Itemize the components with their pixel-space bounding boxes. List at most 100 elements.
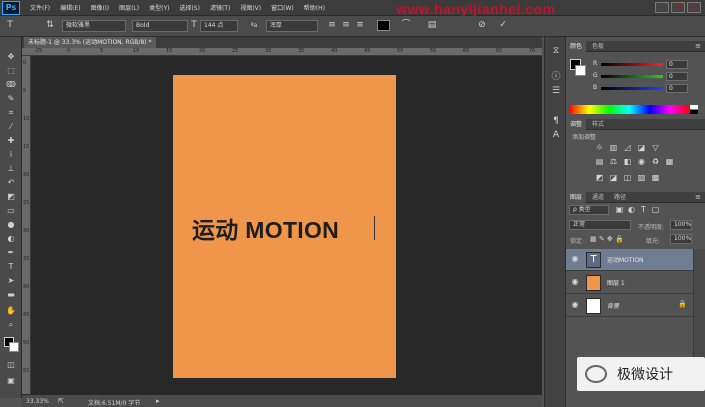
channel-g-slider[interactable]: [601, 75, 663, 78]
layer-name[interactable]: 背景: [607, 301, 619, 310]
hand-tool-icon[interactable]: ✋: [4, 305, 18, 317]
color-spectrum-bar[interactable]: [569, 105, 690, 114]
photo-filter-icon[interactable]: ◉: [636, 157, 647, 167]
tab-adjustments[interactable]: 调整: [566, 119, 587, 130]
maximize-button[interactable]: □: [671, 2, 685, 13]
hue-saturation-icon[interactable]: ▤: [594, 157, 605, 167]
menu-filter[interactable]: 滤镜(T): [210, 3, 230, 12]
tab-color[interactable]: 颜色: [566, 41, 587, 52]
healing-tool-icon[interactable]: ✚: [4, 135, 18, 147]
curves-icon[interactable]: ◿: [622, 143, 633, 153]
filter-adjust-icon[interactable]: ◐: [626, 205, 637, 215]
character-panel-icon[interactable]: ▤: [426, 19, 438, 32]
color-balance-icon[interactable]: ⚖: [608, 157, 619, 167]
menu-window[interactable]: 窗口(W): [271, 3, 294, 12]
artboard[interactable]: 运动 MOTION: [173, 75, 396, 378]
canvas-area[interactable]: 运动 MOTION: [31, 56, 542, 394]
black-white-swatch[interactable]: [690, 105, 698, 114]
commit-edit-icon[interactable]: ✓: [497, 19, 509, 32]
status-menu-arrow-icon[interactable]: ▸: [156, 397, 160, 405]
align-right-icon[interactable]: ≡: [354, 19, 366, 32]
exposure-icon[interactable]: ◪: [636, 143, 647, 153]
blur-tool-icon[interactable]: ●: [4, 219, 18, 231]
layer-name[interactable]: 图层 1: [607, 278, 625, 287]
visibility-eye-icon[interactable]: ◉: [570, 254, 580, 264]
fill-input[interactable]: 100%: [670, 234, 692, 244]
color-lookup-icon[interactable]: ▦: [664, 157, 675, 167]
brush-tool-icon[interactable]: ⅰ: [4, 149, 18, 161]
lock-pixels-icon[interactable]: ▦ ✎ ✥ 🔒: [590, 235, 624, 243]
text-orientation-icon[interactable]: ⇅: [44, 19, 56, 32]
background-color-swatch[interactable]: [9, 342, 19, 352]
tab-paths[interactable]: 路径: [610, 192, 630, 203]
zoom-level[interactable]: 33.33%: [26, 398, 49, 405]
type-tool-icon[interactable]: T: [4, 19, 16, 32]
antialias-select[interactable]: 浑厚: [266, 20, 318, 32]
threshold-icon[interactable]: ◫: [622, 173, 633, 183]
quick-select-tool-icon[interactable]: ✎: [4, 93, 18, 105]
eyedropper-tool-icon[interactable]: ⁄: [4, 121, 18, 133]
selective-color-icon[interactable]: ▩: [650, 173, 661, 183]
levels-icon[interactable]: ▥: [608, 143, 619, 153]
close-button[interactable]: ✕: [687, 2, 701, 13]
visibility-eye-icon[interactable]: ◉: [570, 277, 580, 287]
crop-tool-icon[interactable]: ⌗: [4, 107, 18, 119]
align-left-icon[interactable]: ≡: [326, 19, 338, 32]
gradient-map-icon[interactable]: ▨: [636, 173, 647, 183]
channel-r-slider[interactable]: [601, 63, 663, 66]
character-panel-icon[interactable]: A: [550, 129, 562, 141]
cancel-edit-icon[interactable]: ⊘: [476, 19, 488, 32]
layer-row[interactable]: ◉ T 运动MOTION: [566, 249, 693, 271]
posterize-icon[interactable]: ◪: [608, 173, 619, 183]
text-color-swatch[interactable]: [377, 20, 390, 31]
paragraph-panel-icon[interactable]: ¶: [550, 115, 562, 127]
tab-styles[interactable]: 样式: [588, 119, 608, 130]
menu-select[interactable]: 选择(S): [179, 3, 200, 12]
screen-mode-icon[interactable]: ▣: [4, 375, 18, 387]
dodge-tool-icon[interactable]: ◐: [4, 233, 18, 245]
menu-type[interactable]: 类型(Y): [149, 3, 169, 12]
quick-mask-icon[interactable]: ◫: [4, 359, 18, 371]
zoom-tool-icon[interactable]: ⌕: [4, 319, 18, 331]
panel-menu-icon[interactable]: ≡: [695, 193, 701, 201]
eraser-tool-icon[interactable]: ◩: [4, 191, 18, 203]
font-family-select[interactable]: 微软雅黑: [62, 20, 126, 32]
font-style-select[interactable]: Bold: [132, 20, 188, 32]
menu-image[interactable]: 图像(I): [91, 3, 109, 12]
info-panel-icon[interactable]: ⓘ: [550, 71, 562, 83]
move-tool-icon[interactable]: ✥: [4, 51, 18, 63]
layer-row[interactable]: ◉ 图层 1: [566, 272, 693, 294]
menu-layer[interactable]: 图层(L): [119, 3, 139, 12]
layer-name[interactable]: 运动MOTION: [607, 255, 644, 264]
channel-mixer-icon[interactable]: ♻: [650, 157, 661, 167]
type-tool-icon[interactable]: T: [4, 261, 18, 273]
channel-b-slider[interactable]: [601, 87, 663, 90]
shape-tool-icon[interactable]: ▬: [4, 289, 18, 301]
document-tab[interactable]: 未标题-1 @ 33.3% (运动MOTION, RGB/8) *: [24, 37, 156, 48]
history-panel-icon[interactable]: ⧖: [550, 45, 562, 57]
blend-mode-select[interactable]: 正常: [569, 220, 631, 230]
layer-row[interactable]: ◉ 背景 🔒: [566, 295, 693, 317]
history-brush-tool-icon[interactable]: ↶: [4, 177, 18, 189]
menu-view[interactable]: 视图(V): [240, 3, 261, 12]
gradient-tool-icon[interactable]: ▭: [4, 205, 18, 217]
menu-edit[interactable]: 编辑(E): [60, 3, 80, 12]
headline-text-layer[interactable]: 运动 MOTION: [192, 211, 339, 245]
filter-shape-icon[interactable]: ▢: [650, 205, 661, 215]
channel-b-value[interactable]: 0: [666, 84, 688, 93]
vibrance-icon[interactable]: ▽: [650, 143, 661, 153]
background-color-chip[interactable]: [575, 65, 586, 76]
tab-layers[interactable]: 图层: [566, 192, 587, 203]
filter-pixel-icon[interactable]: ▣: [614, 205, 625, 215]
align-center-icon[interactable]: ≡: [340, 19, 352, 32]
minimize-button[interactable]: —: [655, 2, 669, 13]
menu-help[interactable]: 帮助(H): [304, 3, 325, 12]
path-select-tool-icon[interactable]: ➤: [4, 275, 18, 287]
status-export-icon[interactable]: ⇱: [58, 397, 64, 405]
properties-panel-icon[interactable]: ☰: [550, 85, 562, 97]
filter-type-icon[interactable]: T: [638, 205, 649, 215]
pen-tool-icon[interactable]: ✒: [4, 247, 18, 259]
menu-file[interactable]: 文件(F): [30, 3, 50, 12]
warp-text-icon[interactable]: ⌒: [400, 19, 412, 32]
panel-menu-icon[interactable]: ≡: [695, 42, 701, 50]
